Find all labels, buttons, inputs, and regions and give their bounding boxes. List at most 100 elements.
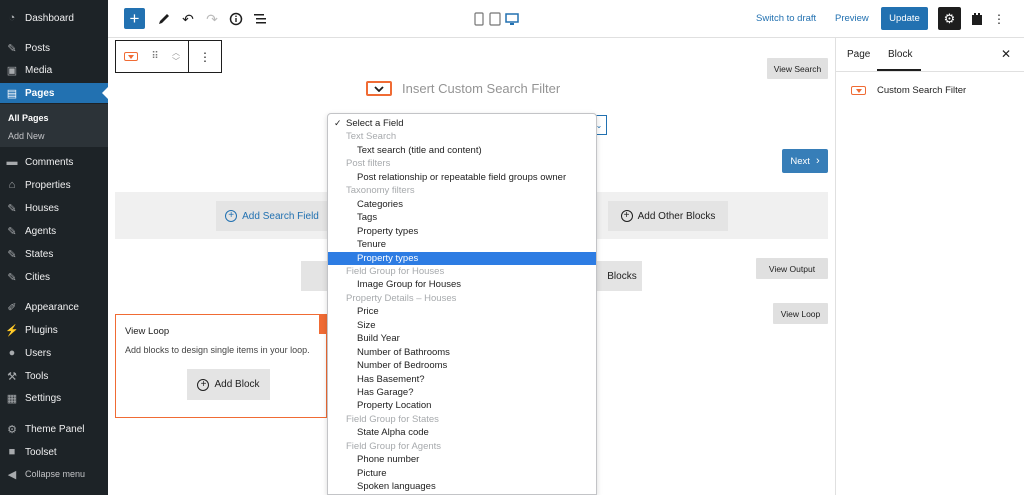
field-select-dropdown[interactable]: ✓ Select a Field Text Search Text search (t… <box>327 113 597 495</box>
dropdown-option[interactable]: Build Year <box>328 332 596 346</box>
block-title: Insert Custom Search Filter <box>402 81 561 96</box>
dropdown-option[interactable]: Property Location <box>328 399 596 413</box>
view-loop-block[interactable]: View Loop Add blocks to design single it… <box>115 314 327 418</box>
sidebar-item-agents[interactable]: ✎ Agents <box>0 221 108 241</box>
dropdown-item-label: Post filters <box>346 158 391 170</box>
sidebar-item-appearance[interactable]: ✐ Appearance <box>0 297 108 317</box>
gear-icon: ⚙ <box>7 423 17 436</box>
add-blocks-button-partial[interactable]: Blocks <box>596 261 642 291</box>
sidebar-item-plugins[interactable]: ⚡ Plugins <box>0 320 108 340</box>
sidebar-item-states[interactable]: ✎ States <box>0 244 108 264</box>
more-options-button[interactable]: ⋮ <box>992 9 1006 29</box>
plus-circle-icon: + <box>620 210 633 222</box>
hidden-block-button-left[interactable] <box>301 261 329 291</box>
sidebar-item-label: Houses <box>25 202 59 214</box>
submenu-add-new[interactable]: Add New <box>8 131 45 141</box>
dropdown-option[interactable]: Tags <box>328 211 596 225</box>
close-panel-button[interactable]: ✕ <box>1001 47 1011 61</box>
block-type-button[interactable] <box>116 41 146 72</box>
add-block-button[interactable]: + <box>124 8 145 29</box>
list-view-button[interactable] <box>250 9 270 29</box>
tablet-preview-button[interactable] <box>488 11 502 27</box>
vertical-dots-icon: ⋮ <box>993 12 1005 26</box>
chevron-up-icon: ︿ <box>172 47 180 57</box>
media-icon: ▣ <box>6 64 18 77</box>
dropdown-option[interactable]: ✓ Select a Field <box>328 117 596 131</box>
sidebar-item-users[interactable]: ● Users <box>0 343 108 363</box>
dropdown-option[interactable]: Post relationship or repeatable field gr… <box>328 171 596 185</box>
dropdown-item-label: Text Search <box>346 131 397 143</box>
dropdown-option[interactable]: Picture <box>328 467 596 481</box>
dropdown-option[interactable]: Number of Bedrooms <box>328 359 596 373</box>
sidebar-item-media[interactable]: ▣ Media <box>0 60 108 80</box>
tab-block[interactable]: Block <box>888 49 912 60</box>
sidebar-item-comments[interactable]: ▬ Comments <box>0 152 108 172</box>
dropdown-option[interactable]: Number of Bathrooms <box>328 346 596 360</box>
dropdown-item-label: Number of Bedrooms <box>357 360 448 372</box>
dropdown-option[interactable]: Property types <box>328 225 596 239</box>
view-loop-button[interactable]: View Loop <box>773 303 828 324</box>
dropdown-option[interactable]: Text search (title and content) <box>328 144 596 158</box>
settings-toggle-button[interactable]: ⚙ <box>938 7 961 30</box>
dropdown-option[interactable]: Price <box>328 305 596 319</box>
sidebar-item-label: Settings <box>25 392 62 404</box>
list-icon <box>254 14 266 24</box>
dropdown-option[interactable]: State Alpha code <box>328 426 596 440</box>
add-other-blocks-button[interactable]: + Add Other Blocks <box>608 201 728 231</box>
dropdown-option[interactable]: Categories <box>328 198 596 212</box>
plus-icon: + <box>129 8 140 28</box>
dropdown-option[interactable]: Tenure <box>328 238 596 252</box>
toolset-button[interactable] <box>968 9 986 29</box>
pin-icon: ✎ <box>7 42 17 55</box>
drag-handle[interactable]: ⠿ <box>146 41 164 72</box>
sidebar-item-dashboard[interactable]: ◔ Dashboard <box>0 8 108 28</box>
dropdown-option[interactable]: Size <box>328 319 596 333</box>
sidebar-item-pages[interactable]: ▤ Pages <box>0 83 108 103</box>
move-block-buttons[interactable]: ︿ ﹀ <box>164 41 188 72</box>
next-button[interactable]: Next › <box>782 149 828 173</box>
add-block-button[interactable]: + Add Block <box>187 369 270 400</box>
sidebar-item-label: Collapse menu <box>25 469 86 479</box>
add-search-field-button[interactable]: + Add Search Field <box>216 201 328 231</box>
dropdown-option[interactable]: Image Group for Houses <box>328 278 596 292</box>
dashboard-icon: ◔ <box>8 12 16 24</box>
sidebar-item-label: Media <box>25 64 53 76</box>
desktop-preview-button[interactable] <box>504 11 520 27</box>
submenu-all-pages[interactable]: All Pages <box>8 113 49 123</box>
undo-button[interactable]: ↶ <box>178 9 198 29</box>
sidebar-collapse-menu[interactable]: ◀ Collapse menu <box>0 464 108 484</box>
dropdown-option[interactable]: Has Garage? <box>328 386 596 400</box>
dropdown-option[interactable]: Has Basement? <box>328 373 596 387</box>
mobile-preview-button[interactable] <box>472 11 486 27</box>
details-button[interactable] <box>226 9 246 29</box>
block-card: Custom Search Filter <box>851 85 966 96</box>
sidebar-item-tools[interactable]: ⚒ Tools <box>0 366 108 386</box>
sidebar-item-label: Dashboard <box>25 12 74 24</box>
plus-circle-icon: + <box>225 210 238 222</box>
tab-page[interactable]: Page <box>847 49 870 60</box>
sidebar-item-theme-panel[interactable]: ⚙ Theme Panel <box>0 419 108 439</box>
dropdown-item-label: Price <box>357 306 379 318</box>
checkmark-icon: ✓ <box>334 118 342 128</box>
edit-tool-button[interactable] <box>154 9 174 29</box>
redo-button[interactable]: ↷ <box>202 9 222 29</box>
dropdown-item-label: Categories <box>357 198 403 210</box>
dropdown-option[interactable]: Phone number <box>328 453 596 467</box>
update-button[interactable]: Update <box>881 7 928 30</box>
dropdown-option[interactable]: Spoken languages <box>328 480 596 494</box>
view-output-button[interactable]: View Output <box>756 258 828 279</box>
dropdown-item-label: State Alpha code <box>357 427 429 439</box>
block-options-button[interactable]: ⋮ <box>189 41 221 72</box>
view-search-button[interactable]: View Search <box>767 58 828 79</box>
sidebar-item-houses[interactable]: ✎ Houses <box>0 198 108 218</box>
preview-link[interactable]: Preview <box>835 13 869 24</box>
dropdown-item-label: Property Details – Houses <box>346 292 457 304</box>
sidebar-item-posts[interactable]: ✎ Posts <box>0 38 108 58</box>
sidebar-item-toolset[interactable]: ■ Toolset <box>0 442 108 462</box>
sidebar-item-cities[interactable]: ✎ Cities <box>0 267 108 287</box>
dropdown-option[interactable]: Property types <box>328 251 596 265</box>
sidebar-item-settings[interactable]: ▦ Settings <box>0 388 108 408</box>
sidebar-item-properties[interactable]: ⌂ Properties <box>0 175 108 195</box>
sidebar-item-label: Comments <box>25 156 74 168</box>
switch-to-draft-link[interactable]: Switch to draft <box>756 13 816 24</box>
